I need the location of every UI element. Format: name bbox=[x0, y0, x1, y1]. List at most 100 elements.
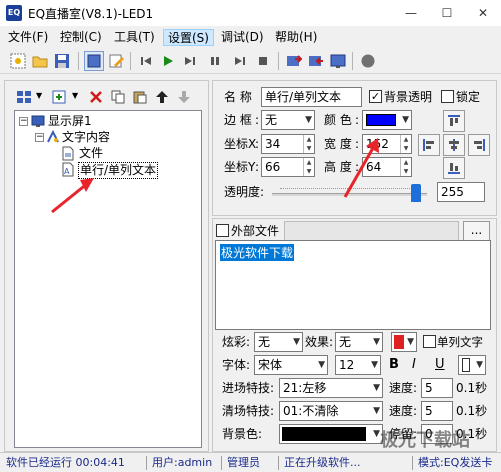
opacity-slider-track[interactable] bbox=[272, 193, 427, 196]
play-icon[interactable] bbox=[158, 51, 178, 71]
program-tree: − 显示屏1 − 文字内容 文件 A 单行/单列文本 bbox=[14, 110, 202, 448]
align-right-icon[interactable] bbox=[468, 134, 490, 156]
bold-button[interactable]: B bbox=[389, 357, 399, 372]
fx-color-swatch bbox=[394, 335, 404, 349]
color-swatch bbox=[366, 114, 396, 126]
edit-program-icon[interactable] bbox=[106, 51, 126, 71]
tree-item-text-content[interactable]: 文字内容 bbox=[62, 130, 110, 145]
close-button[interactable]: ✕ bbox=[465, 0, 501, 26]
screen-settings-icon[interactable] bbox=[328, 51, 348, 71]
height-spinner[interactable]: 64 ▲ ▼ bbox=[362, 157, 412, 177]
tree-item-single-line-text[interactable]: 单行/单列文本 bbox=[78, 162, 159, 179]
exit-speed-field[interactable]: 5 bbox=[421, 401, 453, 421]
width-colon: : bbox=[355, 137, 360, 151]
spinner-arrows-icon[interactable]: ▲ ▼ bbox=[400, 135, 411, 153]
menu-control[interactable]: 控制(C) bbox=[56, 29, 106, 46]
send-icon[interactable] bbox=[284, 51, 304, 71]
fx-label: 效果: bbox=[305, 335, 334, 349]
chevron-down-icon[interactable]: ▼ bbox=[36, 91, 42, 100]
spinner-arrows-icon[interactable]: ▲ ▼ bbox=[303, 158, 314, 176]
menu-file[interactable]: 文件(F) bbox=[4, 29, 52, 46]
lock-label: 锁定 bbox=[456, 90, 481, 104]
text-content-area[interactable]: 极光软件下载 bbox=[215, 240, 491, 330]
fx-color-select[interactable]: ▼ bbox=[391, 332, 417, 352]
align-left-icon[interactable] bbox=[418, 134, 440, 156]
chevron-down-icon: ▼ bbox=[373, 429, 380, 439]
align-top-icon[interactable] bbox=[443, 110, 465, 132]
status-mode: 模式:EQ发送卡 bbox=[418, 456, 493, 469]
align-bottom-icon[interactable] bbox=[443, 157, 465, 179]
receive-icon[interactable] bbox=[306, 51, 326, 71]
add-item-icon[interactable] bbox=[50, 87, 70, 107]
move-up-icon[interactable] bbox=[152, 87, 172, 107]
width-spinner[interactable]: 152 ▲ ▼ bbox=[362, 134, 412, 154]
menu-tools[interactable]: 工具(T) bbox=[110, 29, 159, 46]
screen-view-icon[interactable] bbox=[84, 51, 104, 71]
record-icon[interactable] bbox=[358, 51, 378, 71]
border-select[interactable]: 无 ▼ bbox=[261, 110, 315, 130]
font-select[interactable]: 宋体 ▼ bbox=[254, 355, 328, 375]
end-icon[interactable] bbox=[230, 51, 250, 71]
color-label: 颜 色 bbox=[324, 113, 352, 127]
move-down-icon[interactable] bbox=[174, 87, 194, 107]
pause-icon[interactable] bbox=[205, 51, 225, 71]
color-select[interactable]: ▼ bbox=[362, 110, 412, 130]
chevron-down-icon[interactable]: ▼ bbox=[72, 91, 78, 100]
copy-icon[interactable] bbox=[108, 87, 128, 107]
y-spinner[interactable]: 66 ▲ ▼ bbox=[261, 157, 315, 177]
external-file-checkbox[interactable] bbox=[216, 224, 229, 237]
enter-effect-select[interactable]: 21:左移 ▼ bbox=[279, 378, 383, 398]
color-colon: : bbox=[355, 113, 360, 127]
menu-help[interactable]: 帮助(H) bbox=[271, 29, 321, 46]
spinner-arrows-icon[interactable]: ▲ ▼ bbox=[400, 158, 411, 176]
first-icon[interactable] bbox=[136, 51, 156, 71]
align-center-icon[interactable] bbox=[443, 134, 465, 156]
paste-icon[interactable] bbox=[130, 87, 150, 107]
exit-effect-select[interactable]: 01:不清除 ▼ bbox=[279, 401, 383, 421]
bg-transparent-checkbox[interactable]: ✓ bbox=[369, 90, 382, 103]
open-folder-icon[interactable] bbox=[30, 51, 50, 71]
fx-select[interactable]: 无 ▼ bbox=[335, 332, 383, 352]
spinner-arrows-icon[interactable]: ▲ ▼ bbox=[303, 135, 314, 153]
opacity-field[interactable]: 255 bbox=[437, 182, 485, 202]
chevron-down-icon: ▼ bbox=[407, 337, 414, 347]
opacity-label: 透明度: bbox=[224, 185, 265, 199]
text-content[interactable]: 极光软件下载 bbox=[220, 244, 295, 261]
external-file-path[interactable] bbox=[284, 221, 459, 241]
chevron-down-icon: ▼ bbox=[373, 406, 380, 416]
collapse-icon[interactable]: − bbox=[19, 117, 28, 126]
save-icon[interactable] bbox=[52, 51, 72, 71]
italic-button[interactable]: I bbox=[412, 357, 416, 372]
single-column-label: 单列文字 bbox=[437, 335, 483, 349]
chevron-down-icon: ▼ bbox=[318, 360, 325, 370]
maximize-button[interactable]: ☐ bbox=[429, 0, 465, 26]
x-spinner[interactable]: 34 ▲ ▼ bbox=[261, 134, 315, 154]
stop-icon[interactable] bbox=[253, 51, 273, 71]
name-field[interactable]: 单行/单列文本 bbox=[261, 87, 362, 107]
external-file-label: 外部文件 bbox=[231, 224, 280, 238]
tree-item-screen[interactable]: 显示屏1 bbox=[48, 114, 92, 129]
browse-button[interactable]: ... bbox=[463, 221, 490, 241]
alignment-select[interactable]: ▼ bbox=[458, 355, 486, 375]
background-color-select[interactable]: ▼ bbox=[279, 424, 383, 444]
effect-label: 炫彩: bbox=[222, 335, 251, 349]
menu-debug[interactable]: 调试(D) bbox=[217, 29, 268, 46]
underline-button[interactable]: U bbox=[435, 357, 445, 372]
new-icon[interactable] bbox=[8, 51, 28, 71]
grid-layout-icon[interactable] bbox=[14, 87, 34, 107]
lock-checkbox[interactable] bbox=[441, 90, 454, 103]
opacity-slider-thumb[interactable] bbox=[411, 184, 421, 202]
menu-settings[interactable]: 设置(S) bbox=[163, 29, 214, 46]
delete-icon[interactable] bbox=[86, 87, 106, 107]
enter-speed-field[interactable]: 5 bbox=[421, 378, 453, 398]
tree-item-file[interactable]: 文件 bbox=[79, 146, 103, 161]
font-size-select[interactable]: 12 ▼ bbox=[335, 355, 381, 375]
single-column-checkbox[interactable] bbox=[423, 335, 436, 348]
single-line-text-icon: A bbox=[61, 162, 75, 180]
next-icon[interactable] bbox=[180, 51, 200, 71]
effect-select[interactable]: 无 ▼ bbox=[254, 332, 303, 352]
minimize-button[interactable]: — bbox=[393, 0, 429, 26]
status-user: 用户:admin bbox=[152, 456, 213, 469]
collapse-icon[interactable]: − bbox=[35, 133, 44, 142]
background-color-swatch bbox=[282, 427, 366, 441]
